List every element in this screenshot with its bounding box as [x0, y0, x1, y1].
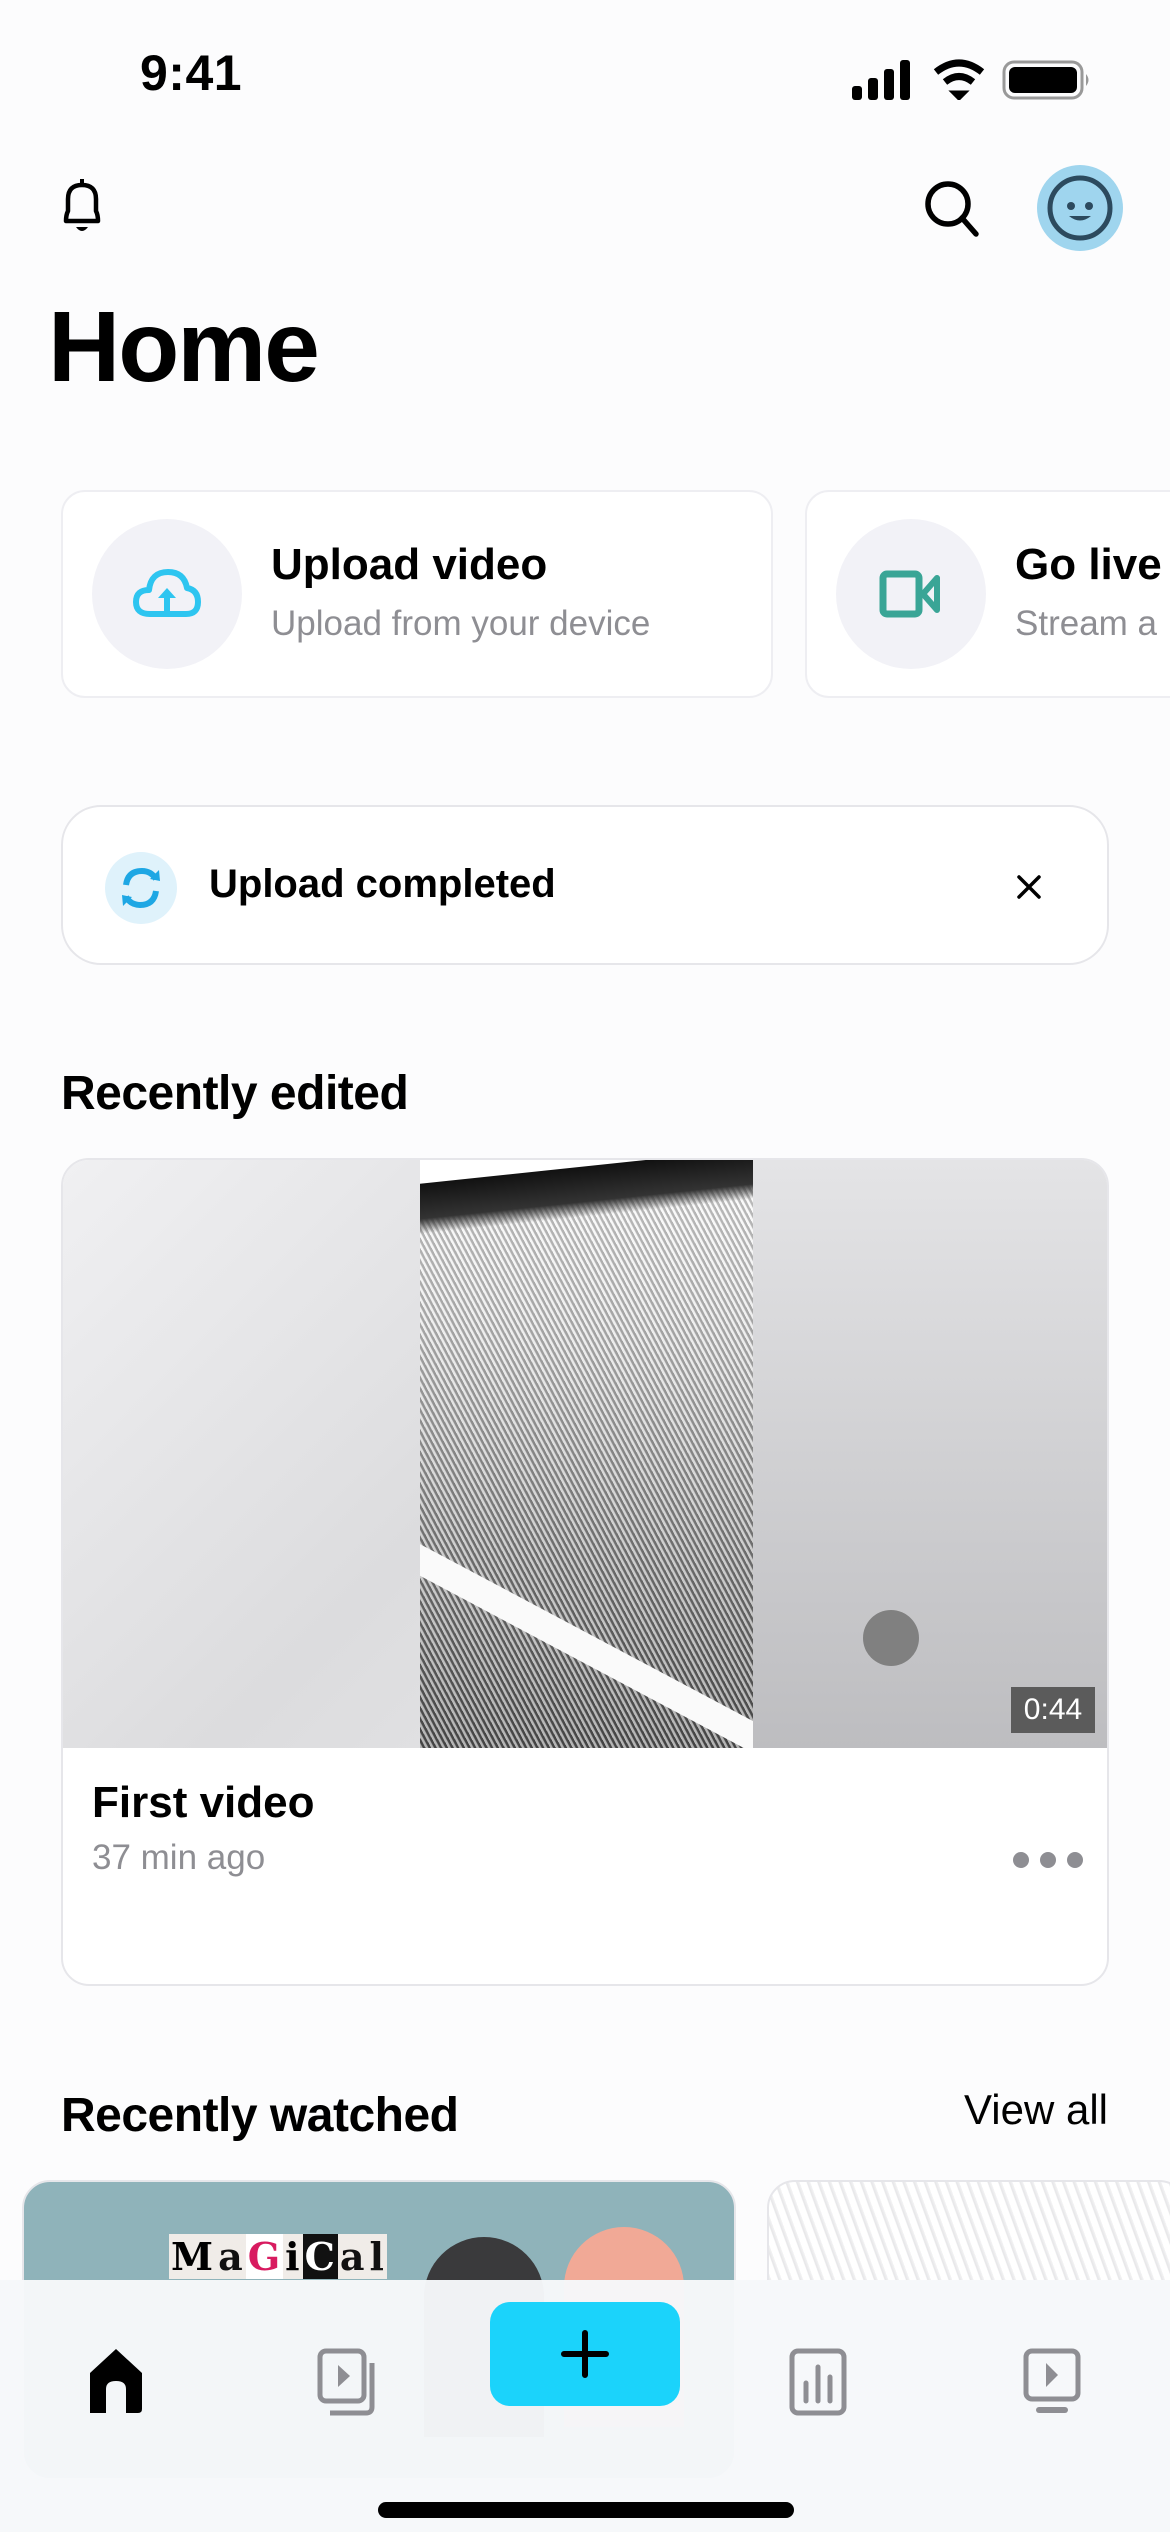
video-camera-icon [879, 570, 940, 618]
thumb-letter: a [216, 2234, 246, 2279]
thumbnail-title-text: MaGiCal [169, 2234, 387, 2279]
upload-video-card[interactable]: Upload video Upload from your device [61, 490, 773, 698]
search-icon [925, 181, 979, 237]
analytics-icon [789, 2348, 847, 2416]
tab-home[interactable] [66, 2332, 166, 2432]
search-button[interactable] [920, 176, 986, 242]
recently-watched-title: Recently watched [61, 2089, 459, 2142]
avatar[interactable] [1037, 165, 1123, 251]
go-live-subtitle: Stream a [1015, 604, 1157, 643]
banner-text: Upload completed [209, 862, 556, 906]
thumb-letter: M [169, 2234, 217, 2279]
video-title: First video [92, 1778, 315, 1827]
tab-channel[interactable] [1002, 2332, 1102, 2432]
notifications-button[interactable] [52, 175, 112, 241]
more-options-button[interactable] [1013, 1848, 1083, 1872]
video-edited-time: 37 min ago [92, 1838, 266, 1877]
thumbnail-light-band [420, 1531, 753, 1748]
plus-icon [561, 2330, 609, 2378]
record-indicator [863, 1610, 919, 1666]
status-time: 9:41 [140, 45, 243, 101]
recently-edited-title: Recently edited [61, 1067, 409, 1120]
home-indicator [378, 2502, 794, 2518]
video-library-icon [317, 2348, 375, 2416]
thumb-letter: i [283, 2234, 303, 2279]
upload-video-title: Upload video [271, 540, 548, 589]
thumb-letter: a [337, 2234, 368, 2279]
more-horizontal-icon [1013, 1852, 1029, 1868]
more-dot [1067, 1852, 1083, 1868]
thumb-letter: l [367, 2234, 387, 2279]
cloud-upload-icon [133, 569, 201, 617]
channel-icon [1023, 2348, 1081, 2413]
thumb-letter: G [245, 2234, 284, 2279]
live-icon-circle [836, 519, 986, 669]
tab-library[interactable] [298, 2332, 398, 2432]
thumbnail-right-panel [753, 1160, 1107, 1748]
duration-badge: 0:44 [1011, 1687, 1095, 1733]
bell-icon [63, 179, 101, 231]
view-all-link[interactable]: View all [900, 2086, 1108, 2134]
close-banner-button[interactable] [1007, 865, 1051, 909]
cellular-signal-icon [852, 60, 910, 100]
upload-video-subtitle: Upload from your device [271, 604, 651, 643]
thumbnail-feather-image [420, 1160, 753, 1748]
thumb-letter: C [302, 2234, 338, 2279]
upload-completed-banner: Upload completed [61, 805, 1109, 965]
sync-icon [122, 867, 160, 909]
create-button[interactable] [490, 2302, 680, 2406]
wifi-icon [933, 59, 985, 102]
avatar-smiley-icon [1047, 175, 1113, 241]
home-icon [90, 2349, 142, 2413]
go-live-card[interactable]: Go live Stream a [805, 490, 1170, 698]
battery-icon [1002, 60, 1089, 100]
go-live-title: Go live [1015, 540, 1162, 589]
tab-bar [0, 2280, 1170, 2532]
upload-icon-circle [92, 519, 242, 669]
tab-analytics[interactable] [768, 2332, 868, 2432]
page-title: Home [48, 291, 320, 403]
sync-icon-circle [105, 852, 177, 924]
video-thumbnail[interactable]: 0:44 [63, 1160, 1107, 1748]
more-dot [1040, 1852, 1056, 1868]
close-icon [1017, 875, 1041, 899]
status-icons [852, 58, 1092, 102]
video-card[interactable]: 0:44 First video 37 min ago [61, 1158, 1109, 1986]
